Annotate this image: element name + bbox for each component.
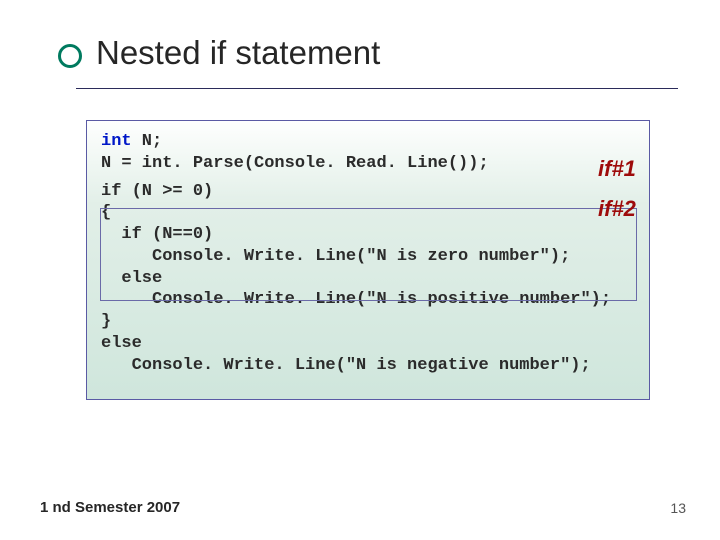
code-line: N = int. Parse(Console. Read. Line()); [101,153,635,175]
title-row: Nested if statement [58,34,690,72]
code-line: } [101,311,635,333]
slide: Nested if statement int N; N = int. Pars… [0,0,720,540]
code-line: Console. Write. Line("N is negative numb… [101,355,635,377]
label-if1: if#1 [598,156,636,182]
footer-page-number: 13 [670,500,686,516]
code-text: N; [132,132,163,151]
keyword-int: int [101,132,132,151]
code-block-inner [100,208,637,301]
code-line: int N; [101,131,635,153]
title-underline [76,88,678,89]
slide-title: Nested if statement [96,34,380,72]
code-line: else [101,333,635,355]
bullet-icon [58,44,82,68]
footer-left: 1 nd Semester 2007 [40,499,180,516]
label-if2: if#2 [598,196,636,222]
code-line: if (N >= 0) [101,181,635,203]
